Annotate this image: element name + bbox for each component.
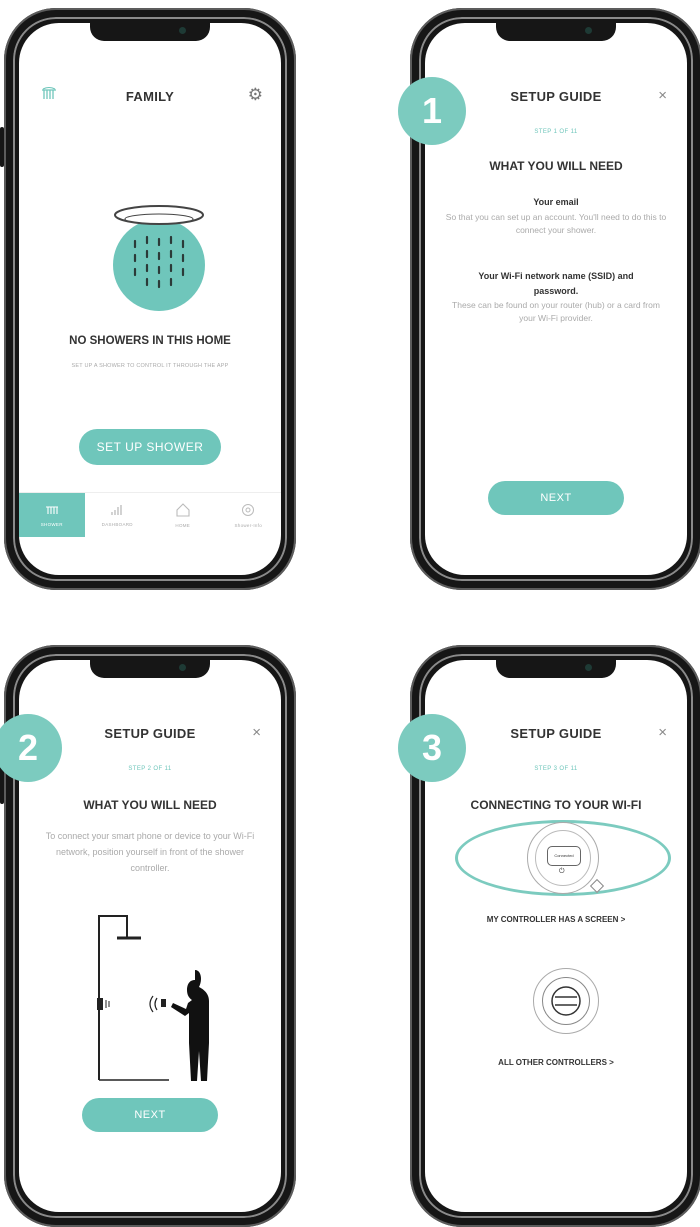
next-button[interactable]: NEXT [82, 1098, 218, 1132]
step-badge: 1 [398, 77, 466, 145]
notch [496, 660, 616, 678]
tab-info[interactable]: Shower-Info [216, 493, 282, 537]
camera [585, 27, 592, 34]
step-indicator: STEP 2 OF 11 [128, 766, 172, 772]
bar-chart-icon [110, 504, 124, 518]
instruction-text: To connect your smart phone or device to… [45, 831, 255, 874]
close-icon[interactable]: × [252, 724, 261, 741]
section-heading: WHAT YOU WILL NEED [489, 159, 623, 173]
camera [585, 664, 592, 671]
tab-label: HOME [175, 522, 191, 528]
side-button [0, 127, 4, 167]
power-icon: ⏻ [559, 868, 565, 875]
step-indicator: STEP 3 OF 11 [534, 766, 578, 772]
home-icon [175, 502, 191, 519]
tab-label: SHOWER [40, 521, 63, 527]
empty-title: NO SHOWERS IN THIS HOME [69, 335, 231, 347]
tab-label: DASHBOARD [101, 521, 133, 527]
requirement-text: So that you can set up an account. You'l… [445, 212, 667, 236]
tab-bar: SHOWER DASHBOARD HOME Shower-Info [19, 492, 281, 537]
tab-home[interactable]: HOME [150, 493, 216, 537]
gear-icon[interactable]: ⚙ [248, 85, 263, 105]
other-controller-option[interactable] [533, 968, 599, 1034]
camera [179, 664, 186, 671]
controller-screen: Connected [547, 846, 581, 866]
notch [496, 23, 616, 41]
info-icon [241, 503, 255, 519]
controller-has-screen-link[interactable]: MY CONTROLLER HAS A SCREEN > [425, 915, 687, 924]
tab-label: Shower-Info [234, 522, 263, 528]
requirement-title: Your Wi-Fi network name (SSID) and passw… [478, 271, 634, 296]
screen-family: FAMILY ⚙ NO SHOWERS IN THIS HOME SET UP … [19, 23, 281, 575]
close-icon[interactable]: × [658, 87, 667, 104]
section-heading: WHAT YOU WILL NEED [83, 798, 217, 812]
shower-icon [45, 504, 59, 518]
shower-illustration [113, 205, 205, 311]
tab-dashboard[interactable]: DASHBOARD [85, 493, 151, 537]
page-title: FAMILY [125, 89, 175, 104]
empty-subtitle: SET UP A SHOWER TO CONTROL IT THROUGH TH… [71, 363, 229, 369]
tab-shower[interactable]: SHOWER [19, 493, 85, 537]
notch [90, 660, 210, 678]
next-button[interactable]: NEXT [488, 481, 624, 515]
shower-person-illustration [97, 915, 209, 1081]
step-indicator: STEP 1 OF 11 [534, 129, 578, 135]
set-up-shower-button[interactable]: SET UP SHOWER [79, 429, 221, 465]
requirement-text: These can be found on your router (hub) … [452, 300, 660, 324]
step-badge: 3 [398, 714, 466, 782]
section-heading: CONNECTING TO YOUR WI-FI [470, 798, 642, 812]
all-other-controllers-link[interactable]: ALL OTHER CONTROLLERS > [425, 1058, 687, 1067]
camera [179, 27, 186, 34]
controller-knob-icon [551, 986, 581, 1016]
controller-with-screen-option[interactable]: Connected ⏻ [527, 822, 605, 894]
close-icon[interactable]: × [658, 724, 667, 741]
phone-family: FAMILY ⚙ NO SHOWERS IN THIS HOME SET UP … [0, 8, 296, 590]
notch [90, 23, 210, 41]
requirement-title: Your email [533, 197, 579, 207]
